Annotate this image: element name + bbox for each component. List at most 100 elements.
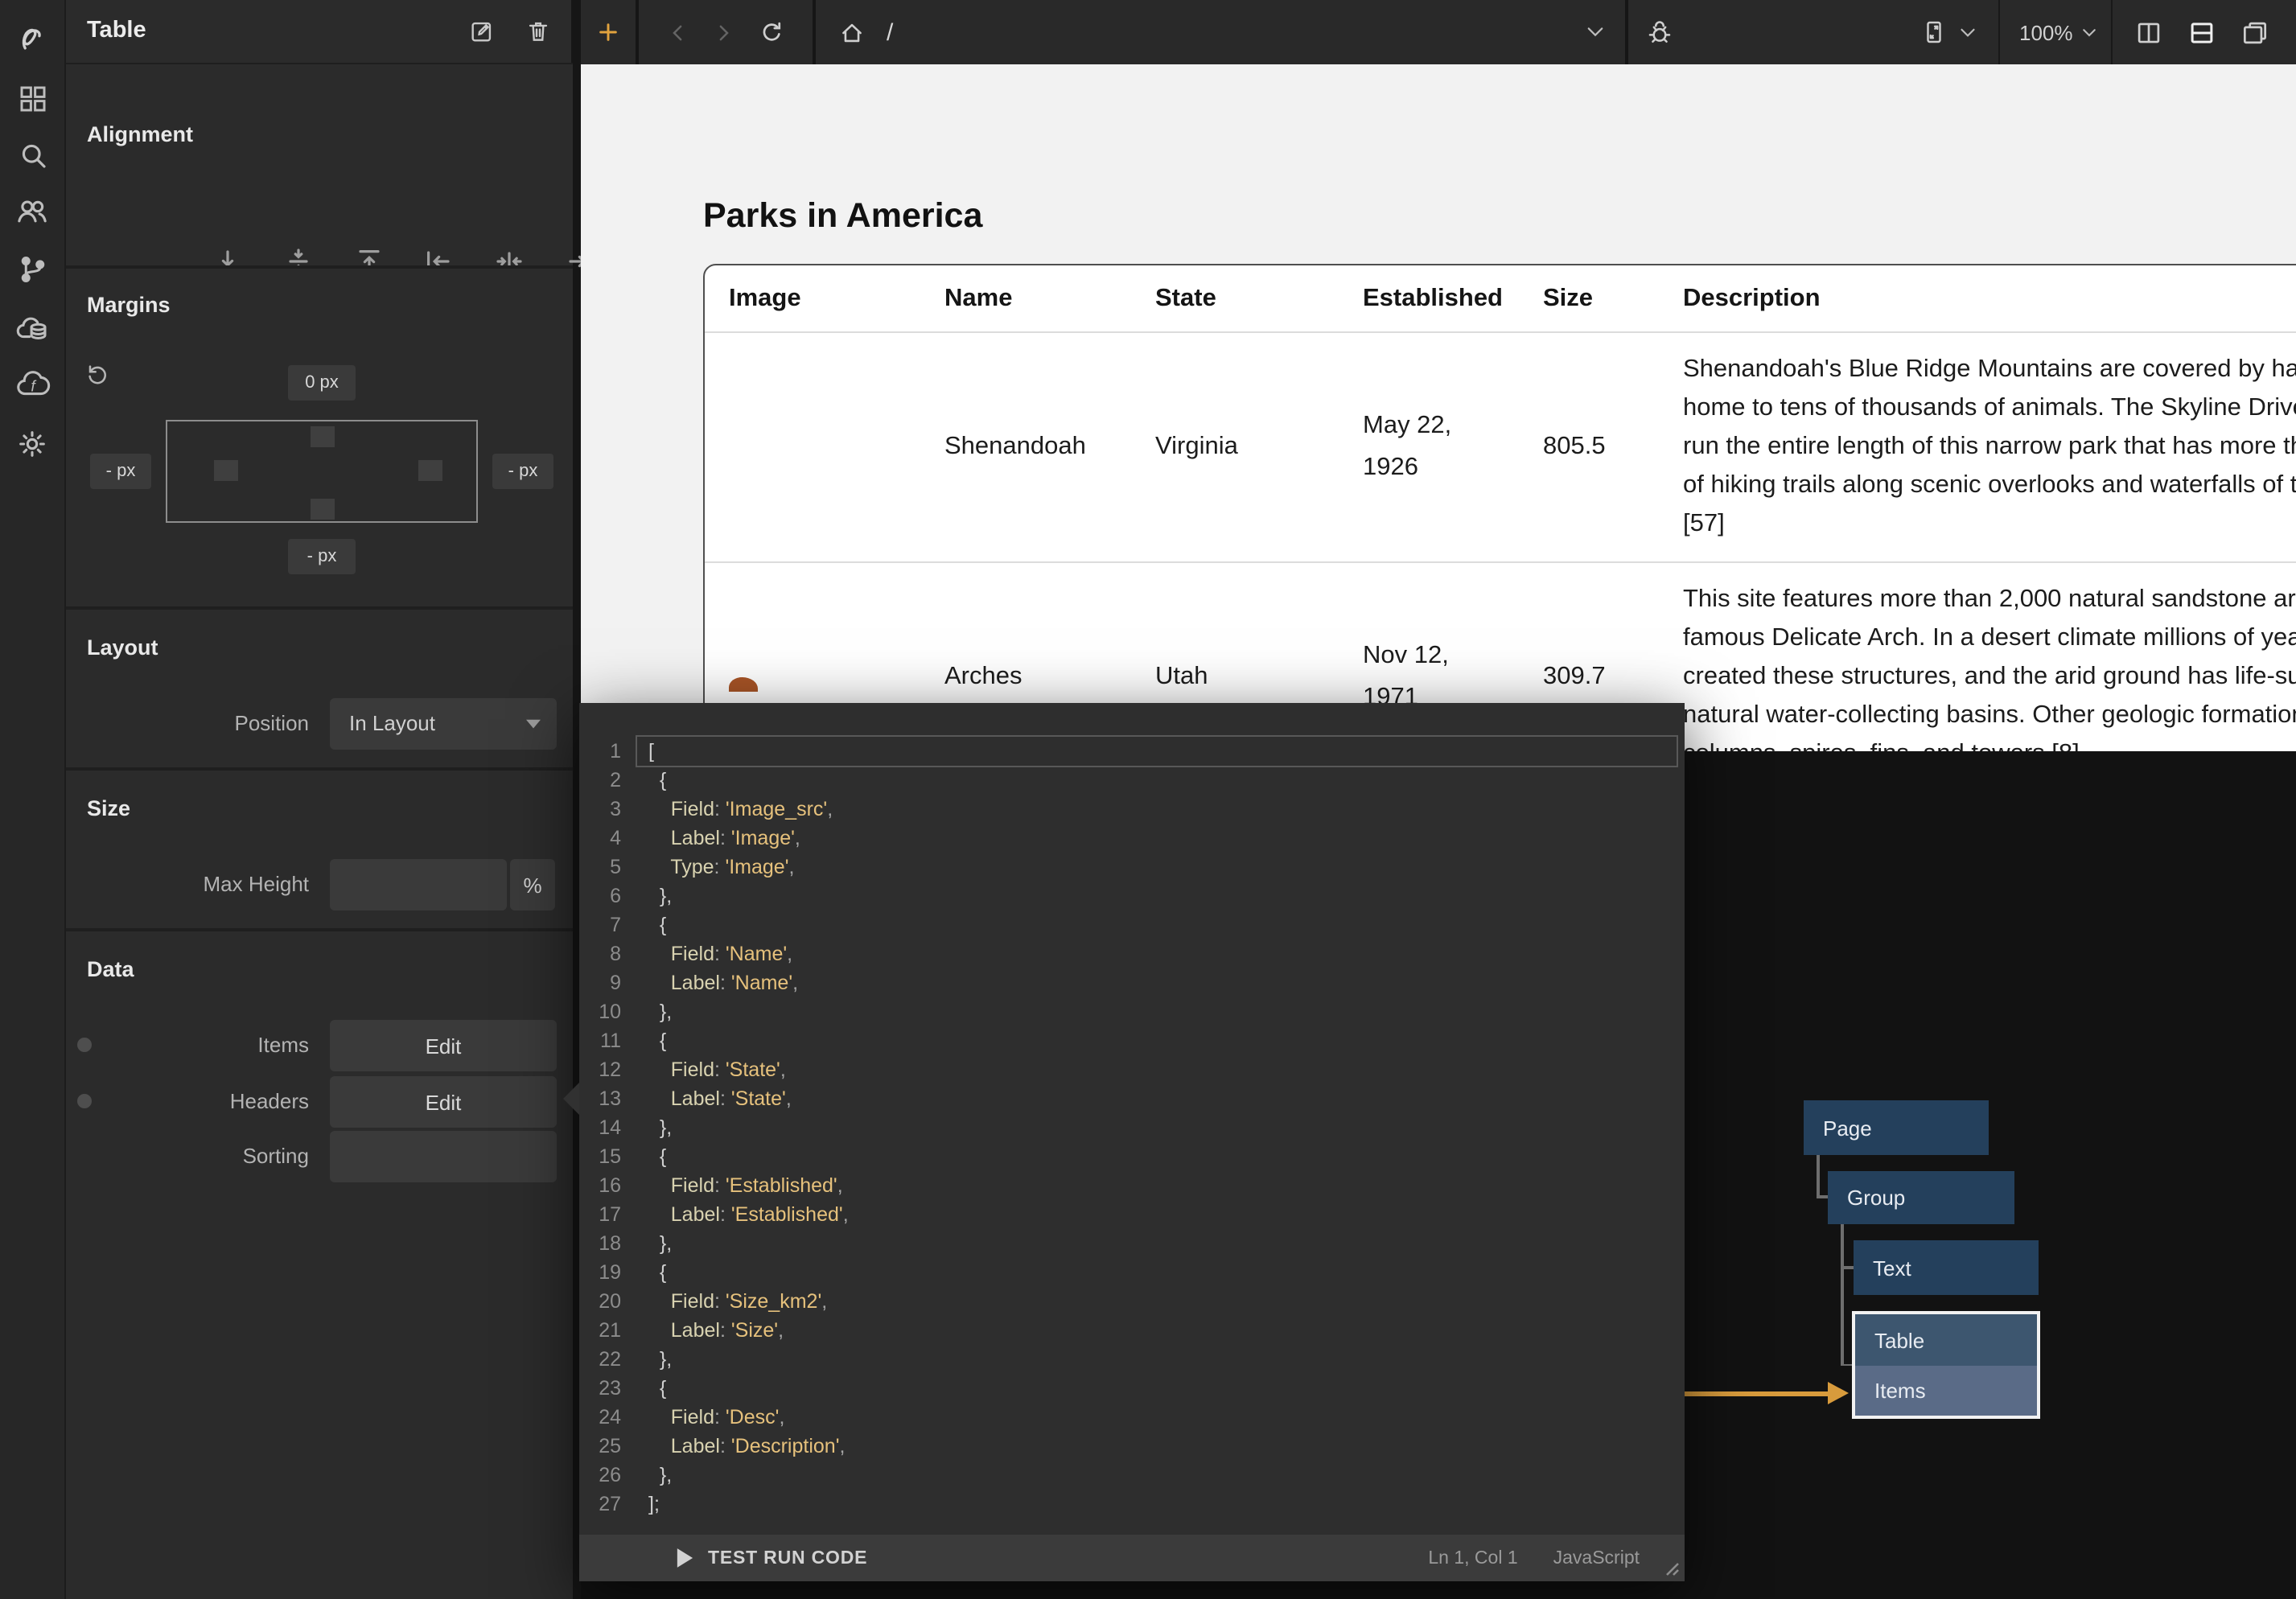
- rename-component-button[interactable]: [468, 18, 496, 45]
- column-header-name: Name: [944, 265, 1155, 331]
- tree-connector: [1841, 1224, 1843, 1366]
- column-header-size: Size: [1543, 265, 1683, 331]
- cell-description: Shenandoah's Blue Ridge Mountains are co…: [1683, 333, 2296, 561]
- split-rows-icon[interactable]: [2187, 17, 2217, 47]
- layout-section-label: Layout: [87, 635, 158, 660]
- nav-block: [639, 0, 813, 64]
- data-section: Data Items Edit Headers Edit Sorting: [66, 928, 573, 1599]
- app-logo-icon[interactable]: [0, 10, 64, 68]
- cloud-data-icon[interactable]: [0, 299, 64, 357]
- language-mode[interactable]: JavaScript: [1553, 1548, 1640, 1568]
- cell-size: 805.5: [1543, 433, 1683, 462]
- test-run-code-button[interactable]: TEST RUN CODE: [676, 1548, 867, 1568]
- tree-node-table[interactable]: Table: [1855, 1314, 2037, 1366]
- tree-node-label: Group: [1847, 1186, 1905, 1210]
- headers-binding-port[interactable]: [77, 1094, 92, 1108]
- icon-sidebar: f: [0, 0, 64, 1599]
- sorting-input[interactable]: [330, 1131, 557, 1182]
- code-line: 20 Field: 'Size_km2',: [579, 1287, 1685, 1316]
- search-icon[interactable]: [0, 125, 64, 183]
- tree-node-group[interactable]: Group: [1828, 1171, 2014, 1224]
- forward-button[interactable]: [712, 20, 736, 44]
- tree-connector: [1841, 1266, 1854, 1268]
- code-line: 19 {: [579, 1258, 1685, 1287]
- responsive-preview-icon[interactable]: [1920, 18, 1948, 47]
- users-icon[interactable]: [0, 182, 64, 240]
- max-height-unit-button[interactable]: %: [510, 859, 555, 910]
- cell-name: Shenandoah: [944, 433, 1155, 462]
- settings-icon[interactable]: [0, 415, 64, 473]
- column-header-established: Established: [1363, 265, 1543, 331]
- margin-bottom-input[interactable]: - px: [288, 539, 356, 574]
- layout-toggle-block: [2111, 0, 2296, 64]
- margin-bottom-handle[interactable]: [311, 499, 335, 520]
- code-line: 11 {: [579, 1026, 1685, 1055]
- resize-handle[interactable]: [1664, 1560, 1680, 1576]
- tree-node-label: Table: [1874, 1328, 1924, 1352]
- code-line: 16 Field: 'Established',: [579, 1171, 1685, 1200]
- url-dropdown-chevron-icon[interactable]: [1586, 26, 1604, 39]
- code-line: 1[: [579, 737, 1685, 766]
- delete-component-button[interactable]: [525, 18, 552, 45]
- cell-state: Virginia: [1155, 433, 1363, 462]
- page-title: Parks in America: [703, 196, 982, 236]
- headers-edit-button[interactable]: Edit: [330, 1076, 557, 1128]
- refresh-button[interactable]: [758, 18, 785, 46]
- code-line: 25 Label: 'Description',: [579, 1432, 1685, 1461]
- tree-node-table-selected[interactable]: Table Items: [1852, 1311, 2040, 1419]
- margin-right-handle[interactable]: [418, 460, 442, 481]
- code-line: 24 Field: 'Desc',: [579, 1403, 1685, 1432]
- version-control-icon[interactable]: [0, 240, 64, 298]
- zoom-block: 100%: [1998, 0, 2111, 64]
- margin-top-input[interactable]: 0 px: [288, 365, 356, 401]
- position-label: Position: [98, 711, 309, 735]
- tree-node-text[interactable]: Text: [1854, 1240, 2039, 1295]
- chevron-down-icon: [526, 719, 541, 730]
- tree-connector: [1841, 1363, 1852, 1366]
- position-select[interactable]: In Layout: [330, 698, 557, 750]
- stacked-pages-icon[interactable]: [2240, 17, 2270, 47]
- home-icon[interactable]: [838, 18, 866, 46]
- split-columns-icon[interactable]: [2133, 17, 2164, 47]
- tree-connector: [1817, 1155, 1819, 1197]
- tree-node-page[interactable]: Page: [1804, 1100, 1989, 1155]
- alignment-section-label: Alignment: [87, 122, 193, 146]
- tree-node-table-items[interactable]: Items: [1855, 1366, 2037, 1416]
- cell-name: Arches: [944, 663, 1155, 692]
- debug-bug-icon[interactable]: [1644, 17, 1675, 47]
- code-line: 26 },: [579, 1461, 1685, 1490]
- max-height-label: Max Height: [98, 872, 309, 896]
- breadcrumb[interactable]: /: [887, 18, 893, 46]
- zoom-chevron-icon[interactable]: [2083, 27, 2097, 38]
- tree-node-label: Page: [1823, 1116, 1872, 1140]
- code-line: 4 Label: 'Image',: [579, 824, 1685, 853]
- items-binding-port[interactable]: [77, 1038, 92, 1052]
- code-line: 3 Field: 'Image_src',: [579, 795, 1685, 824]
- table-header-row: Image Name State Established Size Descri…: [705, 265, 2296, 331]
- margins-reset-icon[interactable]: [85, 362, 111, 388]
- position-select-value: In Layout: [349, 711, 435, 735]
- app-window: f Table Alignment: [0, 0, 2296, 1599]
- items-edit-button[interactable]: Edit: [330, 1020, 557, 1071]
- code-line: 9 Label: 'Name',: [579, 968, 1685, 997]
- responsive-chevron-icon[interactable]: [1960, 27, 1976, 38]
- margin-right-input[interactable]: - px: [492, 454, 553, 489]
- margin-left-input[interactable]: - px: [90, 454, 151, 489]
- zoom-level-select[interactable]: 100%: [2019, 20, 2073, 44]
- code-editor-area[interactable]: 1[2 {3 Field: 'Image_src',4 Label: 'Imag…: [579, 703, 1685, 1535]
- column-header-description: Description: [1683, 265, 2296, 331]
- add-button[interactable]: [595, 19, 621, 45]
- cloud-functions-icon[interactable]: f: [0, 356, 64, 413]
- dashboard-icon[interactable]: [0, 69, 64, 127]
- debug-block: [1628, 0, 1998, 64]
- max-height-input[interactable]: [330, 859, 507, 910]
- data-section-label: Data: [87, 957, 134, 981]
- margins-section-label: Margins: [87, 293, 171, 317]
- margin-left-handle[interactable]: [214, 460, 238, 481]
- margin-top-handle[interactable]: [311, 426, 335, 447]
- back-button[interactable]: [666, 20, 690, 44]
- cell-state: Utah: [1155, 663, 1363, 692]
- size-section: Size Max Height %: [66, 767, 573, 928]
- table-row: Shenandoah Virginia May 22, 1926 805.5 S…: [705, 331, 2296, 561]
- margins-section: Margins 0 px - px - px - px: [66, 265, 573, 606]
